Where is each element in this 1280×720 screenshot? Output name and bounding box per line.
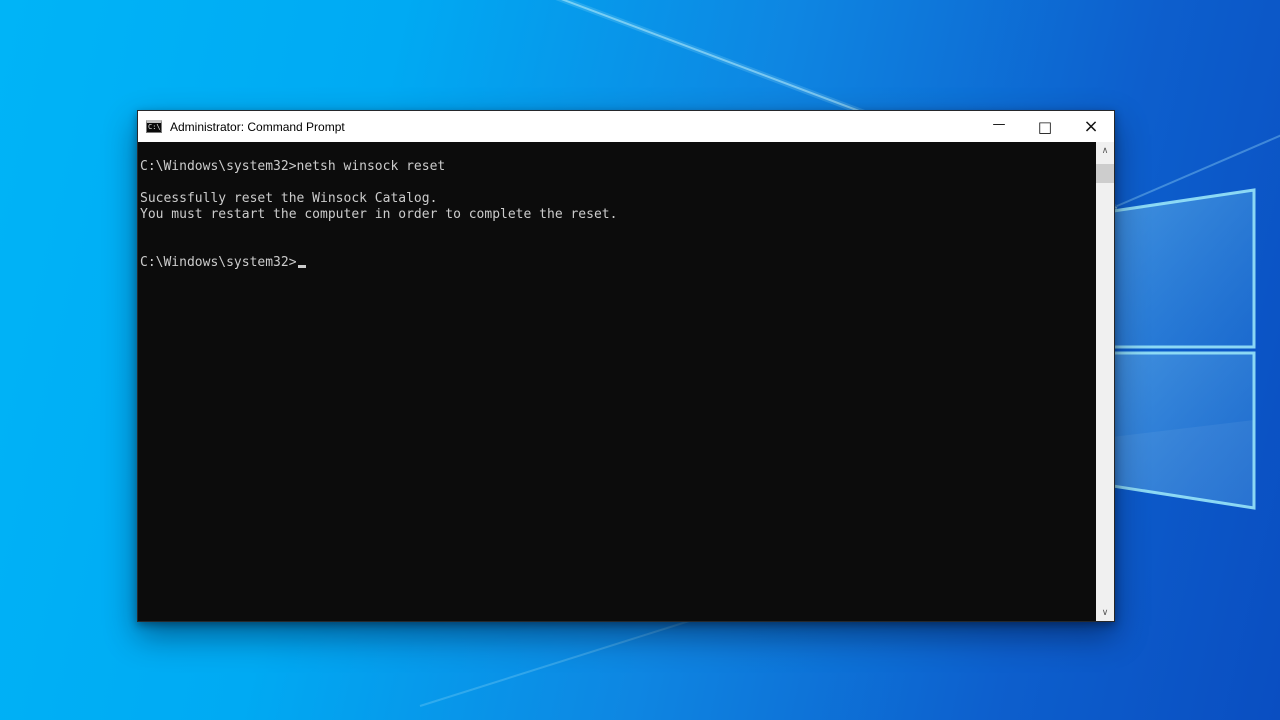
command-prompt-window: C:\_ Administrator: Command Prompt — □ ×… bbox=[137, 110, 1115, 622]
terminal-line: C:\Windows\system32>netsh winsock reset bbox=[140, 159, 446, 174]
terminal-output[interactable]: C:\Windows\system32>netsh winsock reset … bbox=[138, 142, 1096, 621]
scroll-down-icon[interactable]: ∨ bbox=[1096, 604, 1114, 621]
window-title: Administrator: Command Prompt bbox=[170, 119, 345, 134]
close-button[interactable]: × bbox=[1068, 111, 1114, 142]
scrollbar-thumb[interactable] bbox=[1096, 164, 1114, 183]
terminal-prompt-line: C:\Windows\system32> bbox=[140, 255, 1096, 271]
desktop[interactable]: C:\_ Administrator: Command Prompt — □ ×… bbox=[0, 0, 1280, 720]
logo-pane-bottom bbox=[1098, 351, 1256, 510]
terminal-scrollbar[interactable]: ∧ ∨ bbox=[1096, 142, 1114, 621]
terminal-line: You must restart the computer in order t… bbox=[140, 207, 618, 222]
terminal-line: Sucessfully reset the Winsock Catalog. bbox=[140, 191, 438, 206]
scroll-up-icon[interactable]: ∧ bbox=[1096, 142, 1114, 159]
logo-pane-top bbox=[1098, 188, 1256, 349]
maximize-button[interactable]: □ bbox=[1022, 111, 1068, 142]
terminal-cursor bbox=[297, 265, 306, 268]
window-controls: — □ × bbox=[976, 111, 1114, 142]
minimize-button[interactable]: — bbox=[976, 111, 1022, 142]
windows-logo-panes bbox=[1098, 188, 1256, 510]
cmd-icon[interactable]: C:\_ bbox=[146, 120, 162, 133]
window-titlebar[interactable]: C:\_ Administrator: Command Prompt — □ × bbox=[138, 111, 1114, 143]
terminal-area[interactable]: C:\Windows\system32>netsh winsock reset … bbox=[138, 142, 1114, 621]
terminal-prompt: C:\Windows\system32> bbox=[140, 255, 297, 270]
